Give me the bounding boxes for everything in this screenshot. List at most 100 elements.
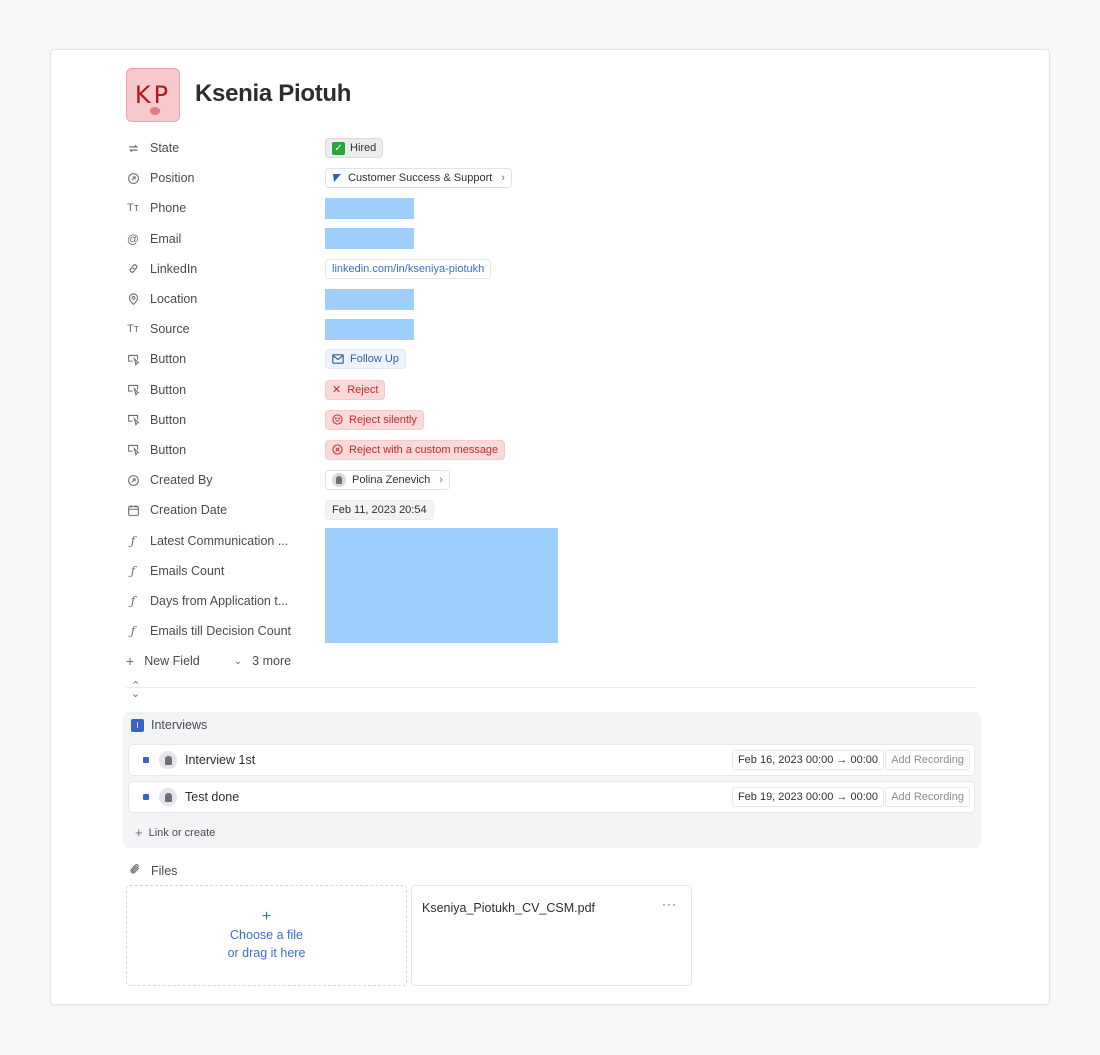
property-row-creation-date: Creation Date Feb 11, 2023 20:54 — [126, 495, 1026, 525]
property-label[interactable]: Button — [126, 443, 326, 457]
dropzone-line2: or drag it here — [227, 945, 306, 960]
dropzone-line1: Choose a file — [230, 927, 303, 942]
property-label[interactable]: Button — [126, 383, 326, 397]
reject-silently-button[interactable]: Reject silently — [325, 409, 424, 430]
cursor-click-icon — [126, 352, 140, 366]
property-row-phone: Tт Phone — [126, 193, 1026, 223]
property-row-created-by: Created By Polina Zenevich › — [126, 465, 1026, 495]
text-type-icon: Tт — [127, 202, 139, 215]
property-value[interactable] — [325, 288, 414, 310]
face-icon — [332, 414, 343, 425]
avatar — [159, 751, 177, 769]
creation-date-value: Feb 11, 2023 20:54 — [325, 500, 434, 521]
at-icon: @ — [126, 231, 140, 246]
property-label[interactable]: Position — [126, 171, 326, 185]
page-flag-icon — [332, 173, 342, 183]
plus-icon: + — [135, 825, 143, 840]
formula-icon: ƒ — [130, 533, 136, 548]
list-item[interactable]: Test done Feb 19, 2023 00:00 → 00:00 Add… — [128, 781, 975, 813]
follow-up-button[interactable]: Follow Up — [325, 349, 406, 370]
redacted-phone-value — [325, 197, 414, 219]
formula-icon: ƒ — [130, 624, 136, 639]
list-item[interactable]: Interview 1st Feb 16, 2023 00:00 → 00:00… — [128, 744, 975, 776]
property-row-position: Position Customer Success & Support › — [126, 163, 1026, 193]
property-value[interactable] — [325, 318, 414, 340]
property-row-emails-till-decision: ƒ Emails till Decision Count — [126, 616, 1026, 646]
text-type-icon: Tт — [127, 323, 139, 336]
add-recording-field[interactable]: Add Recording — [885, 787, 970, 807]
chevron-down-icon: ⌄ — [233, 655, 243, 667]
property-label[interactable]: Button — [126, 413, 326, 427]
property-label[interactable]: ƒ Latest Communication ... — [126, 534, 326, 548]
property-row-state: State ✓ Hired — [126, 133, 1026, 163]
interview-name[interactable]: Test done — [185, 790, 239, 804]
reject-custom-message-button[interactable]: Reject with a custom message — [325, 439, 506, 460]
property-row-email: @ Email — [126, 224, 1026, 254]
property-value: Follow Up — [325, 349, 406, 370]
file-dropzone[interactable]: + Choose a file or drag it here — [126, 885, 407, 986]
cursor-click-icon — [126, 443, 140, 457]
cursor-click-icon — [126, 413, 140, 427]
property-label[interactable]: ƒ Days from Application t... — [126, 594, 326, 608]
files-heading[interactable]: Files — [129, 863, 177, 878]
chevron-right-icon: › — [501, 172, 505, 185]
property-value[interactable]: Feb 11, 2023 20:54 — [325, 500, 434, 521]
property-label[interactable]: Creation Date — [126, 503, 326, 517]
property-row-button-reject-silently: Button Reject silently — [126, 405, 1026, 435]
property-row-button-reject-custom: Button Reject with a custom message — [126, 435, 1026, 465]
add-recording-field[interactable]: Add Recording — [885, 750, 970, 770]
property-value[interactable] — [325, 228, 414, 250]
property-list: State ✓ Hired Position Customer Success … — [126, 133, 1026, 646]
property-label[interactable]: LinkedIn — [126, 262, 326, 276]
collapse-properties-icon[interactable]: ⌃ ⌄ — [131, 681, 140, 700]
formula-icon: ƒ — [130, 593, 136, 608]
property-value[interactable]: Polina Zenevich › — [325, 470, 450, 491]
property-value: Reject with a custom message — [325, 439, 506, 460]
avatar — [159, 788, 177, 806]
interview-date[interactable]: Feb 19, 2023 00:00 → 00:00 — [731, 787, 884, 807]
property-value[interactable]: Customer Success & Support › — [325, 168, 512, 189]
file-card[interactable]: Kseniya_Piotukh_CV_CSM.pdf ··· — [411, 885, 692, 986]
file-name[interactable]: Kseniya_Piotukh_CV_CSM.pdf — [422, 901, 595, 915]
property-label[interactable]: State — [126, 141, 326, 155]
position-relation-chip[interactable]: Customer Success & Support › — [325, 168, 512, 189]
formula-icon: ƒ — [130, 563, 136, 578]
new-field-button[interactable]: + New Field — [126, 653, 200, 669]
interviews-heading[interactable]: I Interviews — [131, 718, 207, 732]
property-row-linkedin: LinkedIn linkedin.com/in/kseniya-piotukh — [126, 254, 1026, 284]
linkedin-url-link[interactable]: linkedin.com/in/kseniya-piotukh — [325, 258, 492, 279]
avatar[interactable]: KP — [126, 68, 180, 122]
property-label[interactable]: @ Email — [126, 232, 326, 246]
map-pin-icon — [126, 292, 140, 306]
property-row-emails-count: ƒ Emails Count — [126, 556, 1026, 586]
property-row-days-from-application: ƒ Days from Application t... — [126, 586, 1026, 616]
link-icon — [126, 262, 140, 276]
more-options-icon[interactable]: ··· — [662, 897, 677, 911]
link-or-create-button[interactable]: + Link or create — [135, 825, 215, 840]
property-value[interactable]: linkedin.com/in/kseniya-piotukh — [325, 258, 492, 279]
property-value[interactable] — [325, 197, 414, 219]
property-label[interactable]: ƒ Emails till Decision Count — [126, 624, 326, 638]
interview-name[interactable]: Interview 1st — [185, 753, 255, 767]
property-label[interactable]: ƒ Emails Count — [126, 564, 326, 578]
property-label[interactable]: Created By — [126, 473, 326, 487]
show-more-button[interactable]: ⌄ 3 more — [234, 654, 291, 668]
property-value: Reject silently — [325, 409, 424, 430]
reject-button[interactable]: ✕ Reject — [325, 379, 386, 400]
property-label[interactable]: Tт Phone — [126, 201, 326, 215]
redacted-source-value — [325, 318, 414, 340]
paperclip-icon — [129, 863, 141, 878]
page-title[interactable]: Ksenia Piotuh — [195, 80, 351, 108]
property-label[interactable]: Button — [126, 352, 326, 366]
interview-date[interactable]: Feb 16, 2023 00:00 → 00:00 — [731, 750, 884, 770]
property-row-button-follow-up: Button Follow Up — [126, 344, 1026, 374]
property-value[interactable]: ✓ Hired — [325, 138, 384, 159]
redacted-formula-values — [325, 528, 558, 643]
state-chip[interactable]: ✓ Hired — [325, 138, 384, 159]
created-by-user-chip[interactable]: Polina Zenevich › — [325, 470, 450, 491]
avatar-initials: KP — [134, 81, 172, 109]
property-label[interactable]: Tт Source — [126, 322, 326, 336]
property-label[interactable]: Location — [126, 292, 326, 306]
property-row-location: Location — [126, 284, 1026, 314]
redacted-email-value — [325, 228, 414, 250]
